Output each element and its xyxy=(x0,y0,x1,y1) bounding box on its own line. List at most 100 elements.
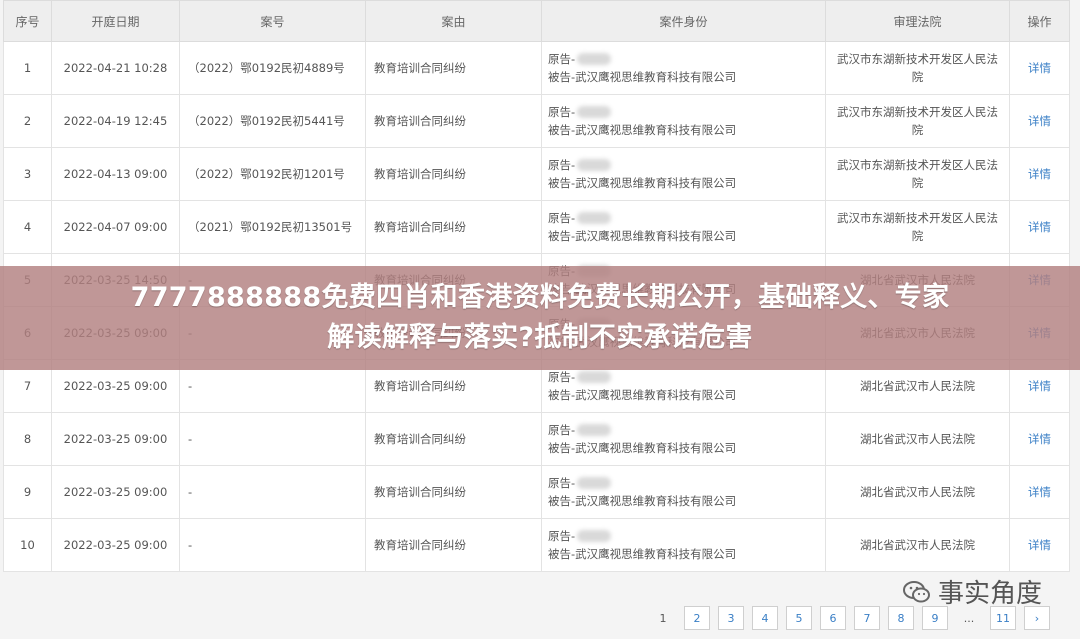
row-court: 武汉市东湖新技术开发区人民法院 xyxy=(825,147,1010,201)
table-row: 9 2022-03-25 09:00- 教育培训合同纠纷 原告- 被告-武汉鹰视思维教育… xyxy=(3,465,1070,519)
details-link[interactable]: 详情 xyxy=(1028,114,1051,128)
page-button[interactable]: 1 xyxy=(650,606,676,630)
row-index: 10 xyxy=(3,518,52,572)
header-index: 序号 xyxy=(3,0,52,42)
details-link[interactable]: 详情 xyxy=(1028,220,1051,234)
plaintiff: 原告- xyxy=(548,103,824,121)
details-link[interactable]: 详情 xyxy=(1028,61,1051,75)
plaintiff: 原告- xyxy=(548,474,824,492)
redacted-name xyxy=(577,106,612,118)
plaintiff-label: 原告- xyxy=(548,158,576,172)
table-row: 3 2022-04-13 09:00 （2022）鄂0192民初1201号 教育培训合… xyxy=(3,147,1070,201)
row-parties: 原告- 被告-武汉鹰视思维教育科技有限公司 xyxy=(541,465,826,519)
row-index: 1 xyxy=(3,41,52,95)
plaintiff-label: 原告- xyxy=(548,529,576,543)
row-case-number: - xyxy=(179,465,366,519)
row-case-number: - xyxy=(179,518,366,572)
table-row: 10 2022-03-25 09:00- 教育培训合同纠纷 原告- 被告-武汉鹰视思维教… xyxy=(3,518,1070,572)
row-case-number: （2022）鄂0192民初4889号 xyxy=(179,41,366,95)
page-button[interactable]: 5 xyxy=(786,606,812,630)
row-date: 2022-04-07 09:00 xyxy=(51,200,180,254)
row-cause: 教育培训合同纠纷 xyxy=(365,412,542,466)
redacted-name xyxy=(577,424,612,436)
row-case-number: （2022）鄂0192民初5441号 xyxy=(179,94,366,148)
watermark-text: 事实角度 xyxy=(938,579,1043,609)
defendant: 被告-武汉鹰视思维教育科技有限公司 xyxy=(548,123,737,137)
row-date: 2022-04-13 09:00 xyxy=(51,147,180,201)
defendant: 被告-武汉鹰视思维教育科技有限公司 xyxy=(548,388,737,402)
row-cause: 教育培训合同纠纷 xyxy=(365,41,542,95)
defendant: 被告-武汉鹰视思维教育科技有限公司 xyxy=(548,547,737,561)
redacted-name xyxy=(577,477,612,489)
page-button[interactable]: 2 xyxy=(684,606,710,630)
header-action: 操作 xyxy=(1009,0,1070,42)
watermark: 事实角度 xyxy=(902,573,1042,610)
redacted-name xyxy=(577,53,612,65)
row-court: 湖北省武汉市人民法院 xyxy=(825,465,1010,519)
banner-line-1: 7777888888免费四肖和香港资料免费长期公开，基础释义、专家 xyxy=(130,282,950,313)
row-index: 2 xyxy=(3,94,52,148)
table-row: 1 2022-04-21 10:28 （2022）鄂0192民初4889号 教育培训合… xyxy=(3,41,1070,95)
row-action-cell: 详情 xyxy=(1009,465,1070,519)
row-action-cell: 详情 xyxy=(1009,518,1070,572)
details-link[interactable]: 详情 xyxy=(1028,485,1051,499)
row-action-cell: 详情 xyxy=(1009,412,1070,466)
details-link[interactable]: 详情 xyxy=(1028,538,1051,552)
header-court: 审理法院 xyxy=(825,0,1010,42)
row-parties: 原告- 被告-武汉鹰视思维教育科技有限公司 xyxy=(541,94,826,148)
plaintiff: 原告- xyxy=(548,368,824,386)
page-button[interactable]: 7 xyxy=(854,606,880,630)
wechat-icon xyxy=(903,580,930,602)
redacted-name xyxy=(577,530,612,542)
details-link[interactable]: 详情 xyxy=(1028,167,1051,181)
header-date: 开庭日期 xyxy=(51,0,180,42)
overlay-banner: 7777888888免费四肖和香港资料免费长期公开，基础释义、专家 解读解释与落… xyxy=(0,266,1080,370)
row-cause: 教育培训合同纠纷 xyxy=(365,147,542,201)
row-case-number: （2022）鄂0192民初1201号 xyxy=(179,147,366,201)
table-row: 2 2022-04-19 12:45 （2022）鄂0192民初5441号 教育培训合… xyxy=(3,94,1070,148)
defendant: 被告-武汉鹰视思维教育科技有限公司 xyxy=(548,229,737,243)
row-parties: 原告- 被告-武汉鹰视思维教育科技有限公司 xyxy=(541,147,826,201)
row-court: 湖北省武汉市人民法院 xyxy=(825,518,1010,572)
page-button[interactable]: 3 xyxy=(718,606,744,630)
row-date: 2022-03-25 09:00 xyxy=(51,465,180,519)
header-case-number: 案号 xyxy=(179,0,366,42)
row-action-cell: 详情 xyxy=(1009,147,1070,201)
header-cause: 案由 xyxy=(365,0,542,42)
defendant: 被告-武汉鹰视思维教育科技有限公司 xyxy=(548,176,737,190)
defendant: 被告-武汉鹰视思维教育科技有限公司 xyxy=(548,441,737,455)
plaintiff: 原告- xyxy=(548,209,824,227)
row-index: 9 xyxy=(3,465,52,519)
row-date: 2022-04-19 12:45 xyxy=(51,94,180,148)
page-button[interactable]: 6 xyxy=(820,606,846,630)
row-action-cell: 详情 xyxy=(1009,41,1070,95)
row-cause: 教育培训合同纠纷 xyxy=(365,94,542,148)
plaintiff-label: 原告- xyxy=(548,52,576,66)
table-row: 4 2022-04-07 09:00 （2021）鄂0192民初13501号 教育培训… xyxy=(3,200,1070,254)
row-index: 8 xyxy=(3,412,52,466)
row-court: 武汉市东湖新技术开发区人民法院 xyxy=(825,94,1010,148)
redacted-name xyxy=(577,159,612,171)
row-parties: 原告- 被告-武汉鹰视思维教育科技有限公司 xyxy=(541,412,826,466)
row-date: 2022-04-21 10:28 xyxy=(51,41,180,95)
defendant: 被告-武汉鹰视思维教育科技有限公司 xyxy=(548,70,737,84)
row-action-cell: 详情 xyxy=(1009,94,1070,148)
row-cause: 教育培训合同纠纷 xyxy=(365,200,542,254)
plaintiff-label: 原告- xyxy=(548,476,576,490)
plaintiff-label: 原告- xyxy=(548,370,576,384)
plaintiff: 原告- xyxy=(548,50,824,68)
row-case-number: - xyxy=(179,412,366,466)
row-court: 武汉市东湖新技术开发区人民法院 xyxy=(825,200,1010,254)
banner-line-2: 解读解释与落实?抵制不实承诺危害 xyxy=(327,322,753,353)
plaintiff-label: 原告- xyxy=(548,105,576,119)
row-index: 4 xyxy=(3,200,52,254)
row-court: 武汉市东湖新技术开发区人民法院 xyxy=(825,41,1010,95)
details-link[interactable]: 详情 xyxy=(1028,379,1051,393)
plaintiff-label: 原告- xyxy=(548,211,576,225)
row-cause: 教育培训合同纠纷 xyxy=(365,465,542,519)
table-row: 8 2022-03-25 09:00- 教育培训合同纠纷 原告- 被告-武汉鹰视思维教育… xyxy=(3,412,1070,466)
row-date: 2022-03-25 09:00 xyxy=(51,412,180,466)
page-button[interactable]: 4 xyxy=(752,606,778,630)
details-link[interactable]: 详情 xyxy=(1028,432,1051,446)
row-date: 2022-03-25 09:00 xyxy=(51,518,180,572)
